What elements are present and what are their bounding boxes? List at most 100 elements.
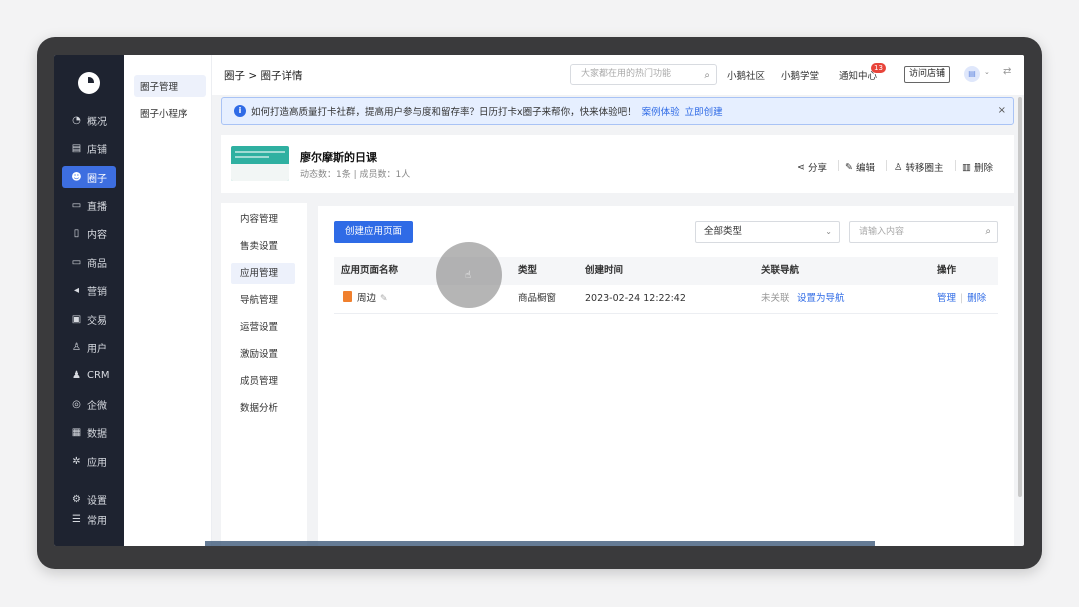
- edit-icon: ✎: [845, 161, 853, 173]
- share-button[interactable]: ⋖ 分享: [797, 160, 827, 175]
- divider: |: [960, 293, 964, 304]
- page-type: 商品橱窗: [518, 293, 557, 304]
- transfer-user-icon: ♙: [894, 161, 903, 173]
- circle-title: 廖尔摩斯的日课: [300, 151, 377, 164]
- chevron-down-icon[interactable]: ⌄: [984, 68, 990, 76]
- app-logo[interactable]: [78, 72, 100, 94]
- crm-icon: ♟: [72, 369, 81, 381]
- column-header-created: 创建时间: [585, 265, 624, 276]
- close-icon[interactable]: ×: [998, 105, 1006, 116]
- column-header-name: 应用页面名称: [341, 265, 399, 276]
- sidebar-item-settings[interactable]: ⚙ 设置: [62, 488, 116, 510]
- table-header: 应用页面名称 类型 创建时间 关联导航 操作: [334, 257, 998, 285]
- enterprise-wechat-icon: ◎: [72, 398, 81, 410]
- manage-link[interactable]: 管理: [937, 293, 956, 304]
- circle-cover-image: [231, 146, 289, 181]
- store-icon: ▤: [71, 142, 82, 154]
- case-demo-link[interactable]: 案例体验: [642, 104, 680, 118]
- sidebar-item-enterprise-wechat[interactable]: ◎ 企微: [62, 393, 116, 415]
- divider: [955, 160, 956, 171]
- sidebar-item-circle[interactable]: ☻ 圈子: [62, 166, 116, 188]
- circle-stats: 动态数：1条 | 成员数：1人: [300, 170, 411, 180]
- tab-member-manage[interactable]: 成员管理: [231, 371, 295, 392]
- column-header-actions: 操作: [937, 265, 957, 276]
- tab-incentive-settings[interactable]: 激励设置: [231, 344, 295, 365]
- secondary-sidebar: 圈子管理 圈子小程序: [124, 55, 212, 546]
- user-icon: ♙: [72, 341, 81, 353]
- settings-icon: ⚙: [72, 493, 81, 505]
- circle-detail-nav: 内容管理 售卖设置 应用管理 导航管理 运营设置 激励设置 成员管理 数据分析: [221, 203, 307, 546]
- trash-icon: ▥: [962, 161, 971, 173]
- apps-icon: ✲: [72, 455, 81, 467]
- tab-nav-manage[interactable]: 导航管理: [231, 290, 295, 311]
- table-row: 周边 ✎ 商品橱窗 2023-02-24 12:22:42 未关联 设置为导航 管…: [334, 285, 998, 314]
- set-as-nav-link[interactable]: 设置为导航: [797, 285, 845, 313]
- sidebar-item-overview[interactable]: ◔ 概况: [62, 109, 116, 131]
- notice-banner: i 如何打造高质量打卡社群，提高用户参与度和留存率？日历打卡x圈子来帮你，快来体…: [221, 97, 1014, 125]
- sidebar-item-store[interactable]: ▤ 店铺: [62, 137, 116, 159]
- edit-button[interactable]: ✎ 编辑: [845, 160, 875, 175]
- tab-data-analysis[interactable]: 数据分析: [231, 398, 295, 419]
- sidebar-item-live[interactable]: ▭ 直播: [62, 194, 116, 216]
- tab-sale-settings[interactable]: 售卖设置: [231, 236, 295, 257]
- tab-app-manage[interactable]: 应用管理: [231, 263, 295, 284]
- avatar[interactable]: ▤: [964, 66, 980, 82]
- common-icon: ☰: [72, 513, 81, 525]
- content-icon: ▯: [73, 227, 80, 239]
- app-manage-panel: 创建应用页面 全部类型 ⌄ 请输入内容 ⌕ 应用页面名称 类型 创建时间 关联导…: [318, 206, 1014, 546]
- create-app-page-button[interactable]: 创建应用页面: [334, 221, 413, 243]
- main-sidebar: ◔ 概况 ▤ 店铺 ☻ 圈子 ▭ 直播 ▯ 内容 ▭ 商品 ◂ 营销 ▣ 交易 ♙ 用户 ♟ CRM…: [54, 55, 124, 546]
- type-filter-select[interactable]: 全部类型 ⌄: [695, 221, 840, 243]
- marketing-icon: ◂: [73, 284, 80, 296]
- page-icon: [343, 291, 352, 302]
- create-now-link[interactable]: 立即创建: [685, 104, 723, 118]
- circle-info-card: 廖尔摩斯的日课 动态数：1条 | 成员数：1人 ⋖ 分享 ✎ 编辑 ♙ 转移圈主 ▥ 删…: [221, 135, 1014, 193]
- taskbar-strip: [205, 541, 875, 546]
- switch-icon[interactable]: ⇄: [1003, 66, 1011, 77]
- column-header-type: 类型: [518, 265, 538, 276]
- tab-operation-settings[interactable]: 运营设置: [231, 317, 295, 338]
- chevron-down-icon: ⌄: [825, 227, 832, 236]
- notification-badge: 13: [871, 63, 886, 73]
- vertical-scrollbar[interactable]: [1018, 97, 1022, 497]
- transfer-owner-button[interactable]: ♙ 转移圈主: [894, 160, 944, 175]
- hand-cursor-icon: ☝: [465, 270, 472, 281]
- app-window: ◔ 概况 ▤ 店铺 ☻ 圈子 ▭ 直播 ▯ 内容 ▭ 商品 ◂ 营销 ▣ 交易 ♙ 用户 ♟ CRM…: [54, 55, 1024, 546]
- nav-status: 未关联: [761, 293, 790, 304]
- search-icon[interactable]: ⌕: [704, 66, 710, 85]
- sidebar-item-apps[interactable]: ✲ 应用: [62, 450, 116, 472]
- content-search-input[interactable]: 请输入内容 ⌕: [849, 221, 998, 243]
- edit-icon[interactable]: ✎: [380, 294, 388, 304]
- delete-link[interactable]: 删除: [967, 293, 986, 304]
- subnav-item-circle-manage[interactable]: 圈子管理: [134, 75, 206, 97]
- tab-content-manage[interactable]: 内容管理: [231, 209, 295, 230]
- search-icon[interactable]: ⌕: [985, 222, 991, 242]
- share-icon: ⋖: [797, 161, 805, 173]
- sidebar-item-trade[interactable]: ▣ 交易: [62, 308, 116, 330]
- sidebar-item-content[interactable]: ▯ 内容: [62, 222, 116, 244]
- divider: [886, 160, 887, 171]
- delete-circle-button[interactable]: ▥ 删除: [962, 160, 993, 175]
- top-header: 圈子 > 圈子详情 大家都在用的热门功能 ⌕ 小鹅社区 小鹅学堂 通知中心 13…: [212, 55, 1024, 95]
- app-page-table: 应用页面名称 类型 创建时间 关联导航 操作 周边 ✎ 商品橱窗 2023-02-…: [334, 257, 998, 314]
- sidebar-item-common[interactable]: ☰ 常用: [62, 508, 116, 530]
- page-name: 周边: [357, 293, 377, 304]
- community-link[interactable]: 小鹅社区: [727, 68, 765, 82]
- divider: [838, 160, 839, 171]
- feature-search-input[interactable]: 大家都在用的热门功能 ⌕: [570, 64, 717, 85]
- visit-store-button[interactable]: 访问店铺: [904, 66, 950, 83]
- data-icon: ▦: [71, 426, 82, 438]
- page-created-time: 2023-02-24 12:22:42: [585, 293, 686, 304]
- notice-text: 如何打造高质量打卡社群，提高用户参与度和留存率？日历打卡x圈子来帮你，快来体验吧…: [251, 107, 637, 118]
- subnav-item-circle-miniapp[interactable]: 圈子小程序: [134, 102, 206, 124]
- column-header-nav: 关联导航: [761, 265, 800, 276]
- live-icon: ▭: [71, 199, 82, 211]
- trade-icon: ▣: [71, 313, 82, 325]
- sidebar-item-user[interactable]: ♙ 用户: [62, 336, 116, 358]
- sidebar-item-data[interactable]: ▦ 数据: [62, 421, 116, 443]
- sidebar-item-crm[interactable]: ♟ CRM: [62, 364, 116, 386]
- breadcrumb: 圈子 > 圈子详情: [224, 70, 303, 82]
- sidebar-item-goods[interactable]: ▭ 商品: [62, 251, 116, 273]
- academy-link[interactable]: 小鹅学堂: [781, 68, 819, 82]
- sidebar-item-marketing[interactable]: ◂ 营销: [62, 279, 116, 301]
